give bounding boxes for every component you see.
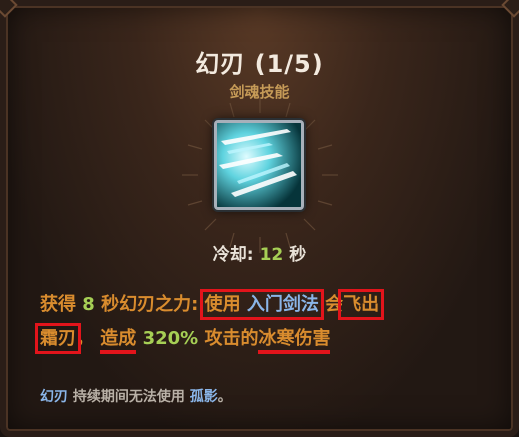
skill-footer-note: 幻刃 持续期间无法使用 孤影。: [40, 386, 500, 406]
desc-power: 秒幻刃之力:: [101, 294, 199, 315]
footer-blocked-skill: 孤影: [189, 389, 218, 405]
desc-use-skill-highlight: 使用 入门剑法: [199, 289, 324, 320]
desc-skill-ref: 入门剑法: [246, 294, 319, 315]
cooldown-row: 冷却: 12 秒: [0, 240, 519, 265]
footer-text: 持续期间无法使用: [72, 389, 185, 405]
desc-fly-out-1: 飞出: [338, 289, 385, 320]
cooldown-label: 冷却:: [212, 245, 254, 265]
desc-fly-out-2: 霜刃: [35, 323, 81, 354]
desc-will: 会: [325, 294, 344, 315]
desc-duration: 8: [82, 294, 95, 315]
desc-percent: 320%: [142, 328, 199, 349]
footer-end: 。: [217, 389, 232, 405]
desc-attack: 攻击的: [204, 328, 259, 349]
footer-skill-ref: 幻刃: [40, 389, 68, 405]
desc-comma: ，: [76, 328, 94, 349]
cooldown-unit: 秒: [289, 245, 307, 265]
desc-deal: 造成: [100, 328, 137, 354]
skill-description: 获得 8 秒幻刃之力: 使用 入门剑法 会飞出 霜刃， 造成 320% 攻击的冰…: [35, 288, 490, 356]
ice-blade-icon: [214, 120, 304, 210]
desc-gain: 获得: [40, 294, 76, 315]
desc-use: 使用: [204, 294, 241, 315]
desc-damage-type: 冰寒伤害: [258, 328, 331, 354]
skill-title: 幻刃 (1/5): [195, 50, 324, 78]
cooldown-value: 12: [259, 245, 284, 265]
